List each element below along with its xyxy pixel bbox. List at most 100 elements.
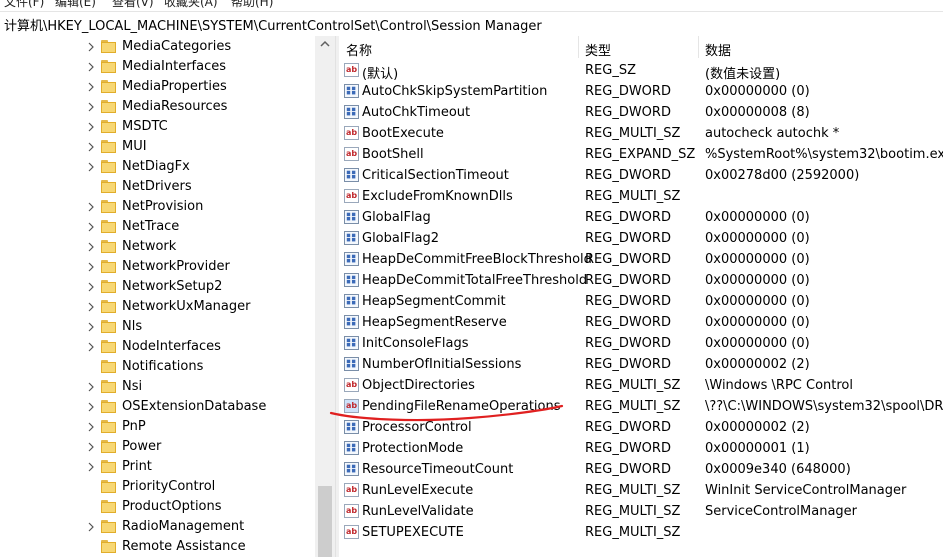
tree-item[interactable]: NetworkUxManager	[0, 297, 315, 317]
value-row[interactable]: HeapSegmentReserve REG_DWORD 0x00000000 (0…	[339, 312, 943, 333]
tree-item[interactable]: ProductOptions	[0, 497, 315, 517]
chevron-right-icon[interactable]	[86, 341, 96, 353]
folder-icon	[101, 340, 116, 353]
tree-scrollbar[interactable]	[315, 36, 335, 557]
tree-item[interactable]: OSExtensionDatabase	[0, 397, 315, 417]
tree-item[interactable]: NodeInterfaces	[0, 337, 315, 357]
tree-item[interactable]: MediaResources	[0, 97, 315, 117]
column-header-type[interactable]: 类型	[578, 36, 699, 59]
tree-item-label: MediaProperties	[122, 79, 227, 94]
chevron-right-icon[interactable]	[86, 141, 96, 153]
chevron-right-icon[interactable]	[86, 421, 96, 433]
value-row[interactable]: ProcessorControl REG_DWORD 0x00000002 (2)	[339, 417, 943, 438]
value-row[interactable]: ab ObjectDirectories REG_MULTI_SZ \Windows …	[339, 375, 943, 396]
tree-item[interactable]: MediaProperties	[0, 77, 315, 97]
chevron-right-icon[interactable]	[86, 241, 96, 253]
folder-icon	[101, 160, 116, 173]
chevron-right-icon[interactable]	[86, 281, 96, 293]
binary-value-icon	[344, 273, 359, 287]
tree-item[interactable]: PriorityControl	[0, 477, 315, 497]
tree-item[interactable]: Network	[0, 237, 315, 257]
value-row[interactable]: GlobalFlag REG_DWORD 0x00000000 (0)	[339, 207, 943, 228]
tree-item[interactable]: NetTrace	[0, 217, 315, 237]
address-bar[interactable]: 计算机\HKEY_LOCAL_MACHINE\SYSTEM\CurrentCon…	[0, 11, 943, 37]
tree-item[interactable]: MUI	[0, 137, 315, 157]
menu-file[interactable]: 文件(F)	[4, 0, 44, 9]
value-name: (默认)	[362, 67, 399, 82]
tree-item[interactable]: NetDiagFx	[0, 157, 315, 177]
tree-item[interactable]: Power	[0, 437, 315, 457]
value-row[interactable]: ab ExcludeFromKnownDlls REG_MULTI_SZ	[339, 186, 943, 207]
value-name: NumberOfInitialSessions	[362, 357, 522, 372]
tree-item[interactable]: NetDrivers	[0, 177, 315, 197]
tree-item[interactable]: NetworkSetup2	[0, 277, 315, 297]
column-header-name[interactable]: 名称	[339, 36, 579, 59]
value-row[interactable]: ab BootShell REG_EXPAND_SZ %SystemRoot%\sys…	[339, 144, 943, 165]
folder-icon	[101, 320, 116, 333]
value-name: ProcessorControl	[362, 420, 472, 435]
value-row[interactable]: InitConsoleFlags REG_DWORD 0x00000000 (0)	[339, 333, 943, 354]
value-row[interactable]: HeapSegmentCommit REG_DWORD 0x00000000 (0)	[339, 291, 943, 312]
value-row[interactable]: NumberOfInitialSessions REG_DWORD 0x000000…	[339, 354, 943, 375]
tree-item[interactable]: MSDTC	[0, 117, 315, 137]
tree-item-label: MediaResources	[122, 99, 228, 114]
chevron-right-icon[interactable]	[86, 81, 96, 93]
chevron-right-icon[interactable]	[86, 121, 96, 133]
value-row[interactable]: HeapDeCommitTotalFreeThreshold REG_DWORD 0…	[339, 270, 943, 291]
address-path[interactable]: 计算机\HKEY_LOCAL_MACHINE\SYSTEM\CurrentCon…	[4, 15, 542, 34]
value-row[interactable]: AutoChkTimeout REG_DWORD 0x00000008 (8)	[339, 102, 943, 123]
value-row[interactable]: ab RunLevelValidate REG_MULTI_SZ ServiceCon…	[339, 501, 943, 522]
chevron-right-icon[interactable]	[86, 321, 96, 333]
tree-item[interactable]: MediaCategories	[0, 37, 315, 57]
folder-icon	[101, 480, 116, 493]
value-row[interactable]: CriticalSectionTimeout REG_DWORD 0x00278d0…	[339, 165, 943, 186]
chevron-right-icon[interactable]	[86, 401, 96, 413]
chevron-right-icon[interactable]	[86, 101, 96, 113]
tree-item[interactable]: NetworkProvider	[0, 257, 315, 277]
tree-item[interactable]: Nsi	[0, 377, 315, 397]
value-row[interactable]: ab BootExecute REG_MULTI_SZ autocheck autoc…	[339, 123, 943, 144]
chevron-right-icon[interactable]	[86, 521, 96, 533]
chevron-right-icon[interactable]	[86, 201, 96, 213]
chevron-right-icon[interactable]	[86, 61, 96, 73]
value-data: 0x00000000 (0)	[705, 231, 810, 246]
tree-item-label: Nls	[122, 319, 143, 334]
tree-item[interactable]: Notifications	[0, 357, 315, 377]
tree-item[interactable]: Print	[0, 457, 315, 477]
chevron-right-icon[interactable]	[86, 301, 96, 313]
chevron-right-icon[interactable]	[86, 161, 96, 173]
menu-help[interactable]: 帮助(H)	[231, 0, 273, 9]
value-row[interactable]: ProtectionMode REG_DWORD 0x00000001 (1)	[339, 438, 943, 459]
value-row[interactable]: ab RunLevelExecute REG_MULTI_SZ WinInit Ser…	[339, 480, 943, 501]
scrollbar-thumb[interactable]	[318, 486, 332, 557]
menu-favorites[interactable]: 收藏夹(A)	[164, 0, 218, 9]
scroll-up-icon[interactable]	[319, 39, 331, 49]
value-name: RunLevelExecute	[362, 483, 474, 498]
value-data: WinInit ServiceControlManager	[705, 483, 907, 498]
value-row[interactable]: ab (默认) REG_SZ (数值未设置)	[339, 60, 943, 82]
column-header-data[interactable]: 数据	[698, 36, 943, 59]
tree-item[interactable]: PnP	[0, 417, 315, 437]
value-row[interactable]: ab PendingFileRenameOperations REG_MULTI_S…	[339, 396, 943, 417]
value-row[interactable]: ResourceTimeoutCount REG_DWORD 0x0009e340 …	[339, 459, 943, 480]
tree-item[interactable]: NetProvision	[0, 197, 315, 217]
tree-item[interactable]: Nls	[0, 317, 315, 337]
menu-edit[interactable]: 编辑(E)	[55, 0, 96, 9]
tree-item[interactable]: MediaInterfaces	[0, 57, 315, 77]
chevron-right-icon[interactable]	[86, 41, 96, 53]
tree-item[interactable]: Remote Assistance	[0, 537, 315, 557]
tree-item[interactable]: RadioManagement	[0, 517, 315, 537]
chevron-right-icon[interactable]	[86, 461, 96, 473]
chevron-right-icon[interactable]	[86, 261, 96, 273]
value-row[interactable]: ab SETUPEXECUTE REG_MULTI_SZ	[339, 522, 943, 543]
chevron-right-icon[interactable]	[86, 441, 96, 453]
tree-item-label: Print	[122, 459, 152, 474]
value-data: 0x00000002 (2)	[705, 420, 810, 435]
chevron-right-icon[interactable]	[86, 221, 96, 233]
chevron-right-icon[interactable]	[86, 381, 96, 393]
value-row[interactable]: HeapDeCommitFreeBlockThreshold REG_DWORD 0…	[339, 249, 943, 270]
value-row[interactable]: GlobalFlag2 REG_DWORD 0x00000000 (0)	[339, 228, 943, 249]
menu-view[interactable]: 查看(V)	[112, 0, 154, 9]
tree-item-label: PriorityControl	[122, 479, 216, 494]
value-row[interactable]: AutoChkSkipSystemPartition REG_DWORD 0x000…	[339, 81, 943, 102]
